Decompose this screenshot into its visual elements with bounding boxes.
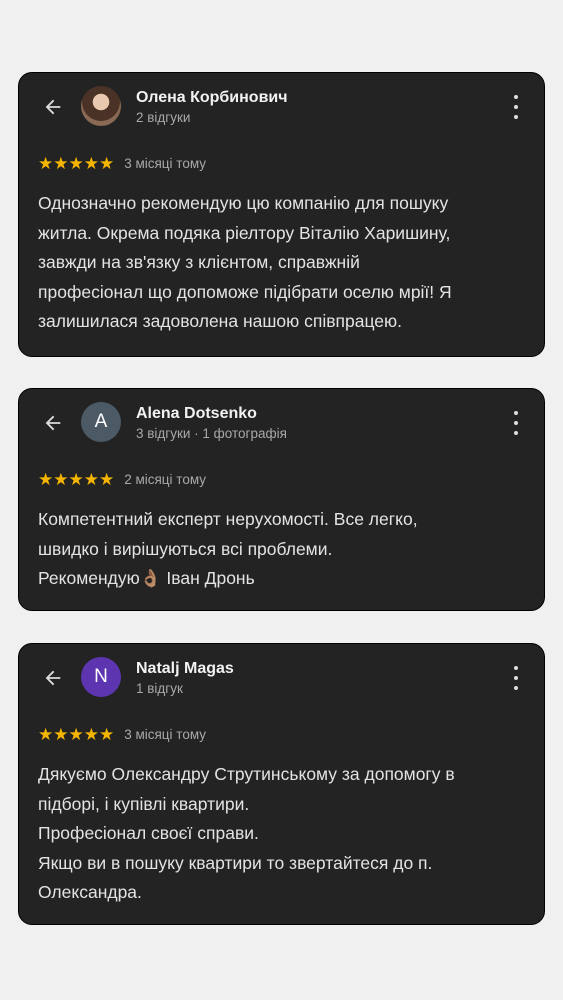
rating-row: ★★★★★ 3 місяці тому — [38, 726, 206, 743]
arrow-back-icon — [45, 99, 61, 115]
review-time: 3 місяці тому — [124, 727, 207, 742]
back-button[interactable] — [39, 409, 67, 437]
reviewer-name[interactable]: Alena Dotsenko — [136, 405, 257, 423]
avatar[interactable] — [81, 86, 121, 126]
star-rating: ★★★★★ — [38, 725, 115, 744]
reviewer-name[interactable]: Олена Корбинович — [136, 89, 288, 107]
star-rating: ★★★★★ — [38, 470, 115, 489]
avatar-letter: A — [94, 411, 108, 432]
review-time: 3 місяці тому — [124, 156, 207, 171]
reviewer-meta: 2 відгуки — [136, 110, 191, 125]
back-button[interactable] — [39, 93, 67, 121]
rating-row: ★★★★★ 2 місяці тому — [38, 471, 206, 488]
review-card: Олена Корбинович 2 відгуки ★★★★★ 3 місяц… — [18, 72, 545, 357]
more-vert-icon — [514, 95, 518, 99]
more-vert-icon — [514, 411, 518, 415]
review-card: A Alena Dotsenko 3 відгуки · 1 фотографі… — [18, 388, 545, 611]
review-text: Дякуємо Олександру Струтинському за допо… — [38, 764, 455, 902]
more-vert-icon — [514, 666, 518, 670]
back-button[interactable] — [39, 664, 67, 692]
avatar[interactable]: N — [81, 657, 121, 697]
reviewer-meta: 3 відгуки · 1 фотографія — [136, 426, 287, 441]
more-options-button[interactable] — [510, 666, 522, 690]
review-text: Компетентний експерт нерухомості. Все ле… — [38, 509, 418, 588]
star-rating: ★★★★★ — [38, 154, 115, 173]
arrow-back-icon — [45, 670, 61, 686]
review-card: N Natalj Magas 1 відгук ★★★★★ 3 місяці т… — [18, 643, 545, 925]
reviewer-name[interactable]: Natalj Magas — [136, 660, 234, 678]
arrow-back-icon — [45, 415, 61, 431]
review-header: Олена Корбинович 2 відгуки — [19, 73, 544, 143]
reviewer-meta: 1 відгук — [136, 681, 183, 696]
review-text: Однозначно рекомендую цю компанію для по… — [38, 193, 452, 331]
review-header: N Natalj Magas 1 відгук — [19, 644, 544, 714]
review-header: A Alena Dotsenko 3 відгуки · 1 фотографі… — [19, 389, 544, 459]
avatar[interactable]: A — [81, 402, 121, 442]
review-time: 2 місяці тому — [124, 472, 207, 487]
more-options-button[interactable] — [510, 95, 522, 119]
rating-row: ★★★★★ 3 місяці тому — [38, 155, 206, 172]
more-options-button[interactable] — [510, 411, 522, 435]
avatar-letter: N — [94, 666, 108, 687]
